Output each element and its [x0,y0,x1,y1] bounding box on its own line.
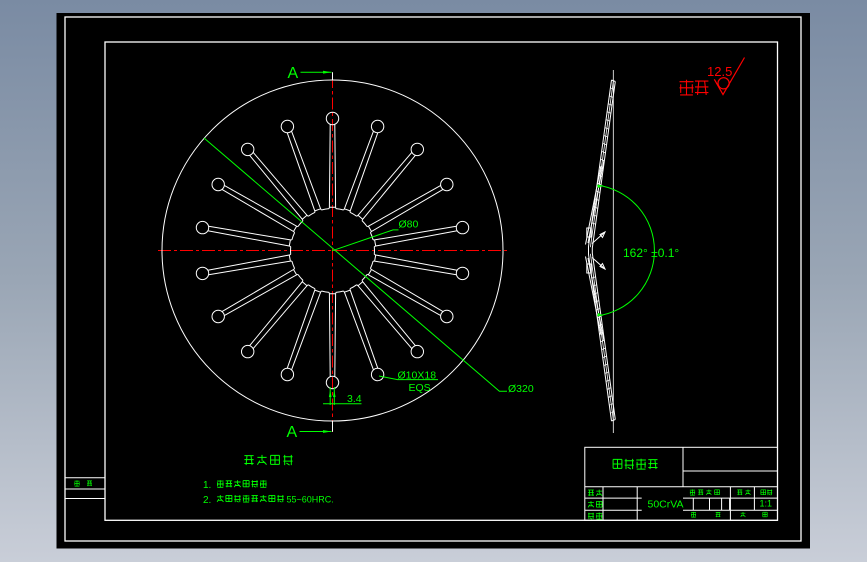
svg-text:12.5: 12.5 [707,64,732,79]
svg-text:50CrVA: 50CrVA [648,499,684,511]
svg-text:Ø320: Ø320 [508,383,534,395]
svg-text:A: A [288,65,299,82]
svg-text:Ø80: Ø80 [399,219,419,231]
svg-text:2.: 2. [203,495,211,506]
svg-text:1.: 1. [203,480,211,491]
svg-text:3.4: 3.4 [347,393,362,405]
svg-text:55~60HRC.: 55~60HRC. [287,495,334,505]
svg-text:162° ±0.1°: 162° ±0.1° [623,246,679,260]
svg-text:EQS: EQS [409,382,431,394]
svg-text:A: A [287,424,298,441]
svg-text:Ø10X18: Ø10X18 [398,370,437,382]
svg-text:1:1: 1:1 [760,499,773,509]
